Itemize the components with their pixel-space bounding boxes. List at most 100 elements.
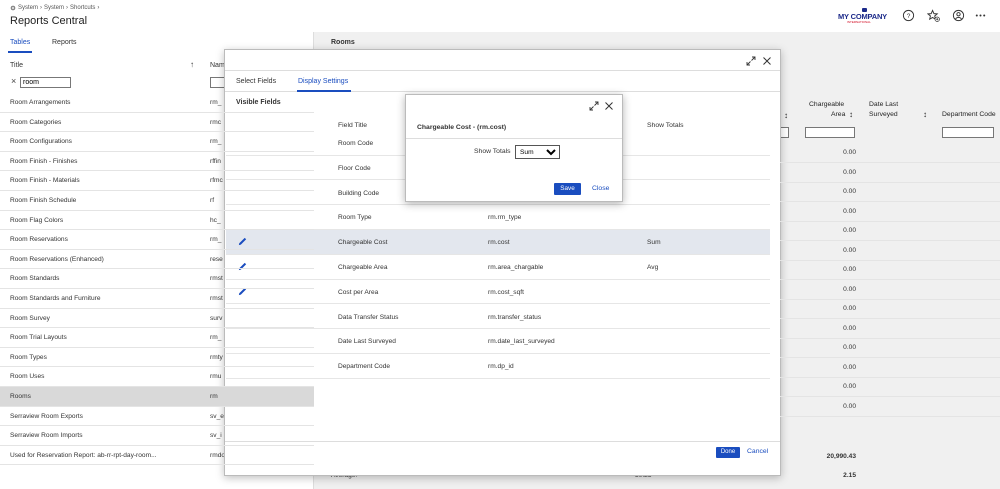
more-icon[interactable] [974,9,987,22]
column-header-date-last-line2: Surveyed [869,111,898,118]
save-button[interactable]: Save [554,183,581,195]
title-filter-input[interactable] [20,77,71,88]
dialog-tabs: Select Fields Display Settings [225,70,780,92]
tab-reports[interactable]: Reports [52,39,77,46]
table-row[interactable]: Serraview Room Imports sv_i [0,426,314,446]
row-name: rffin [210,157,221,165]
breadcrumb-item[interactable]: System [18,5,38,11]
sort-ascending-icon[interactable]: ↑ [190,60,194,69]
table-row[interactable]: Room Standards rmst [0,269,314,289]
table-row[interactable]: Room Uses rmu [0,367,314,387]
table-row[interactable]: Room Survey surv [0,309,314,329]
show-totals-select[interactable]: Sum [515,145,560,159]
column-header-title[interactable]: Title [10,62,23,69]
table-row[interactable]: Room Finish - Finishes rffin [0,152,314,172]
field-show-totals: Avg [647,264,659,271]
row-name: rmdo [210,451,224,459]
favorites-icon[interactable] [927,9,940,22]
clear-filter-icon[interactable]: × [11,76,16,86]
table-row[interactable]: Room Finish - Materials rfmc [0,171,314,191]
chargeable-area-total: 20,990.43 [826,453,856,460]
table-row[interactable]: Room Configurations rm_ [0,132,314,152]
expand-icon[interactable] [589,101,599,111]
table-row[interactable]: Room Trial Layouts rm_ [0,328,314,348]
tab-tables[interactable]: Tables [10,39,30,46]
close-icon[interactable] [762,56,772,66]
row-divider [780,240,1000,241]
row-divider [780,162,1000,163]
help-icon[interactable]: ? [902,9,915,22]
field-title: Room Code [338,140,374,147]
row-title: Room Finish - Materials [10,177,80,185]
gear-icon[interactable] [10,5,16,11]
row-title: Room Standards [10,275,60,283]
close-button[interactable]: Close [592,185,609,192]
active-tab-indicator [297,90,351,92]
rooms-panel-title: Rooms [331,39,355,46]
department-code-filter[interactable] [942,127,994,138]
row-title: Room Trial Layouts [10,334,67,342]
column-header-name[interactable]: Name [210,62,224,69]
table-row[interactable]: Room Arrangements rm_ [0,93,314,113]
table-row[interactable]: Room Categories rmc [0,113,314,133]
column-header-date-last-line1: Date Last [869,101,899,108]
table-row[interactable]: Room Reservations (Enhanced) rese [0,250,314,270]
chargeable-area-cell: 0.00 [843,188,856,195]
chargeable-area-cell: 0.00 [843,168,856,176]
table-row[interactable]: Rooms rm [0,387,314,407]
column-header-chargeable-area-line2: Area [831,111,846,118]
expand-icon[interactable] [746,56,756,66]
row-title: Room Flag Colors [10,216,64,224]
row-title: Serraview Room Imports [10,432,83,440]
filter-dropdown[interactable] [780,127,789,138]
field-name: rm.cost [488,239,510,247]
chargeable-area-cell: 0.00 [843,383,856,390]
table-row[interactable]: Used for Reservation Report: ab-rr-rpt-d… [0,446,314,466]
row-name: rmu [210,373,222,381]
row-title: Used for Reservation Report: ab-rr-rpt-d… [10,451,157,459]
chargeable-area-cell: 0.00 [843,149,856,156]
row-name: rmty [210,353,223,361]
tab-select-fields[interactable]: Select Fields [236,78,276,85]
field-name: rm.dp_id [488,363,514,371]
row-name: rese [210,255,223,263]
table-row[interactable]: Room Types rmty [0,348,314,368]
show-totals-label: Show Totals [474,148,511,155]
breadcrumb-item[interactable]: Shortcuts [70,5,95,11]
sort-icon[interactable]: ↕ [849,110,853,119]
user-icon[interactable] [952,9,965,22]
table-row[interactable]: Room Standards and Furniture rmst [0,289,314,309]
row-name: surv [210,314,223,322]
table-row[interactable]: Serraview Room Exports sv_e [0,407,314,427]
row-name: rm_ [210,138,222,146]
show-totals-popup: Chargeable Cost - (rm.cost) Show Totals … [405,94,623,202]
sort-icon[interactable]: ↕ [923,110,927,119]
field-show-totals: Sum [647,239,661,247]
row-name: rm_ [210,99,222,106]
chargeable-area-cell: 0.00 [843,324,856,332]
field-name: rm.cost_sqft [488,288,524,296]
chargeable-area-filter[interactable] [805,127,855,138]
tab-display-settings[interactable]: Display Settings [298,78,348,85]
table-row[interactable]: Room Reservations rm_ [0,230,314,250]
popup-title: Chargeable Cost - (rm.cost) [417,124,507,131]
chargeable-area-cell: 0.00 [843,363,856,371]
done-button[interactable]: Done [716,447,740,458]
popup-divider [406,138,622,139]
row-title: Room Finish - Finishes [10,157,78,165]
row-title: Serraview Room Exports [10,412,83,420]
field-name: rm.transfer_status [488,313,542,321]
sort-icon[interactable]: ↕ [784,111,788,120]
row-name: rmc [210,118,221,126]
close-icon[interactable] [604,101,614,111]
field-title: Chargeable Area [338,264,388,271]
breadcrumb-item[interactable]: System [44,5,64,11]
column-header-chargeable-area-line1: Chargeable [809,101,845,108]
cancel-button[interactable]: Cancel [747,448,768,455]
table-row[interactable]: Room Finish Schedule rf [0,191,314,211]
chargeable-area-cell: 0.00 [843,344,856,351]
row-divider [780,376,1000,378]
table-row[interactable]: Room Flag Colors hc_ [0,211,314,231]
row-name: rf [210,197,215,204]
field-name: rm.date_last_surveyed [488,338,555,346]
